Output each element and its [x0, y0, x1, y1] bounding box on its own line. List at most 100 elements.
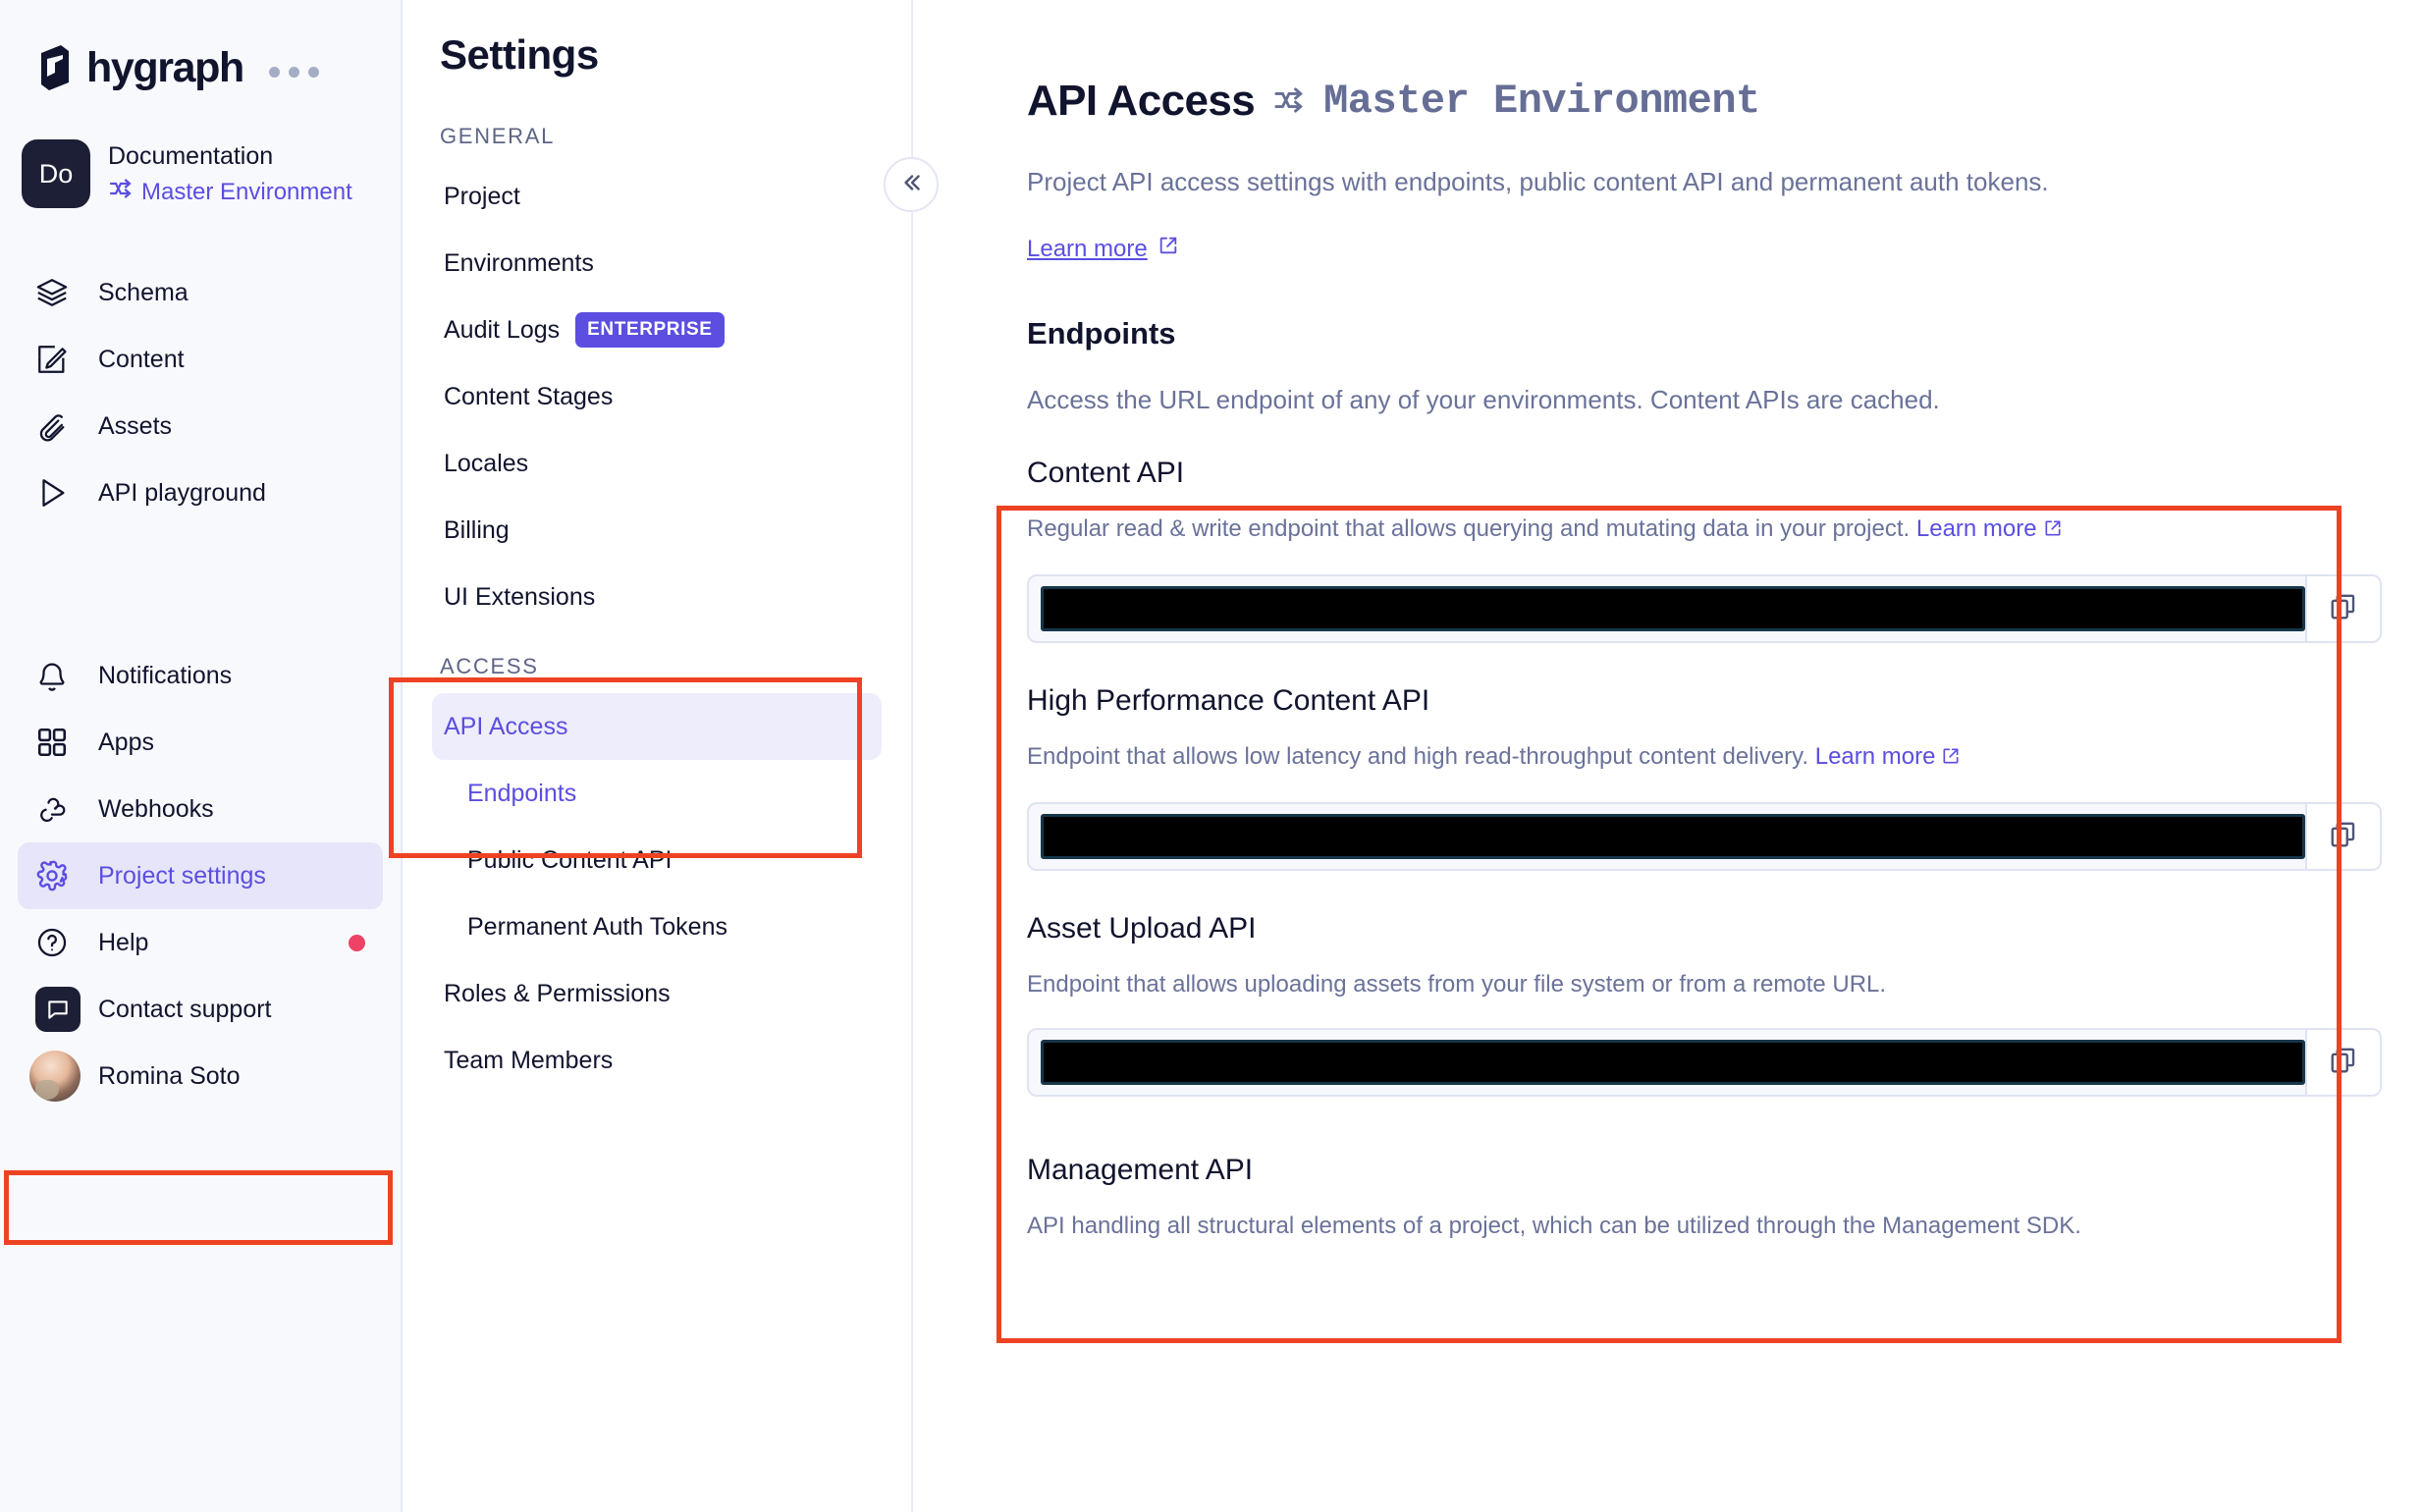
- paperclip-icon: [35, 409, 81, 443]
- sidebar-item-project-settings[interactable]: Project settings: [18, 842, 383, 909]
- settings-group-label: GENERAL: [440, 124, 556, 148]
- sidebar-item-label: Assets: [98, 411, 173, 440]
- settings-item-label: Audit Logs: [444, 315, 561, 344]
- endpoint-card-description: Regular read & write endpoint that allow…: [1027, 515, 2364, 545]
- settings-item-content-stages[interactable]: Content Stages: [432, 363, 882, 430]
- status-badge: ENTERPRISE: [575, 312, 725, 348]
- collapse-sidebar-button[interactable]: [884, 157, 939, 212]
- brand[interactable]: hygraph: [0, 0, 401, 92]
- sidebar-item-label: Content: [98, 345, 185, 373]
- settings-item-public-content-api[interactable]: Public Content API: [432, 827, 882, 893]
- learn-more-label: Learn more: [1814, 743, 1936, 771]
- webhook-icon: [35, 792, 81, 826]
- user-menu[interactable]: Romina Soto: [18, 1043, 383, 1109]
- endpoint-url-value[interactable]: [1041, 1040, 2305, 1086]
- sidebar-item-label: Notifications: [98, 661, 233, 689]
- settings-item-roles-permissions[interactable]: Roles & Permissions: [432, 960, 882, 1027]
- sidebar-item-label: Apps: [98, 728, 154, 756]
- settings-general-group: GENERAL Project Environments Audit Logs …: [403, 124, 911, 630]
- main-heading-environment: Master Environment: [1323, 78, 1760, 125]
- settings-item-locales[interactable]: Locales: [432, 430, 882, 497]
- hygraph-logo-icon: [35, 43, 75, 92]
- sidebar-item-help[interactable]: Help: [18, 909, 383, 976]
- settings-item-environments[interactable]: Environments: [432, 230, 882, 297]
- project-avatar: Do: [22, 139, 90, 208]
- copy-button[interactable]: [2305, 1030, 2380, 1096]
- settings-item-audit-logs[interactable]: Audit Logs ENTERPRISE: [432, 297, 882, 363]
- page-title: Settings: [440, 31, 599, 78]
- sidebar-item-apps[interactable]: Apps: [18, 709, 383, 776]
- annotation-project-settings: [4, 1170, 393, 1245]
- endpoints-description: Access the URL endpoint of any of your e…: [1027, 385, 1940, 415]
- edit-square-icon: [35, 343, 81, 376]
- sidebar-item-schema[interactable]: Schema: [18, 259, 383, 326]
- endpoint-card-asset-upload-api: Asset Upload API Endpoint that allows up…: [1027, 912, 2382, 1098]
- sidebar-item-notifications[interactable]: Notifications: [18, 642, 383, 709]
- project-switcher[interactable]: Do Documentation Master Environment: [0, 92, 401, 208]
- endpoint-url-value[interactable]: [1041, 814, 2305, 860]
- settings-item-label: Content Stages: [444, 382, 614, 410]
- learn-more-link[interactable]: Learn more: [1815, 743, 1962, 770]
- sidebar-item-api-playground[interactable]: API playground: [18, 459, 383, 526]
- sidebar-item-content[interactable]: Content: [18, 326, 383, 393]
- project-environment[interactable]: Master Environment: [108, 178, 352, 206]
- settings-item-api-access[interactable]: API Access: [432, 693, 882, 760]
- external-link-icon: [2043, 517, 2063, 545]
- left-navigation: hygraph Do Documentation Master Environm…: [0, 0, 403, 1512]
- endpoint-card-description: Endpoint that allows uploading assets fr…: [1027, 971, 1887, 999]
- sidebar-item-webhooks[interactable]: Webhooks: [18, 776, 383, 842]
- play-icon: [35, 476, 81, 510]
- main-description: Project API access settings with endpoin…: [1027, 167, 2049, 196]
- sidebar-item-assets[interactable]: Assets: [18, 393, 383, 459]
- settings-item-label: Locales: [444, 449, 529, 477]
- settings-item-project[interactable]: Project: [432, 163, 882, 230]
- endpoint-card-management-api: Management API API handling all structur…: [1027, 1154, 2364, 1240]
- endpoint-card-title: High Performance Content API: [1027, 684, 1430, 718]
- gear-icon: [35, 859, 81, 892]
- learn-more-link[interactable]: Learn more: [1916, 515, 2063, 542]
- endpoint-url-field[interactable]: [1027, 1028, 2382, 1098]
- settings-group-label: ACCESS: [440, 654, 539, 678]
- settings-item-endpoints[interactable]: Endpoints: [432, 760, 882, 827]
- sidebar-item-contact-support[interactable]: Contact support: [18, 976, 383, 1043]
- help-status-dot: [349, 934, 365, 951]
- copy-icon: [2329, 1046, 2358, 1080]
- settings-item-label: Public Content API: [467, 845, 673, 874]
- avatar: [29, 1051, 81, 1102]
- endpoint-card-description-text: Regular read & write endpoint that allow…: [1027, 515, 1911, 543]
- endpoint-url-value[interactable]: [1041, 586, 2305, 632]
- sidebar-item-label: Contact support: [98, 995, 272, 1023]
- ellipsis-icon[interactable]: [268, 66, 319, 78]
- endpoint-card-description-text: Endpoint that allows low latency and hig…: [1027, 743, 1809, 771]
- sidebar-item-label: Schema: [98, 278, 188, 306]
- settings-item-billing[interactable]: Billing: [432, 497, 882, 564]
- settings-item-label: UI Extensions: [444, 582, 596, 611]
- settings-item-team-members[interactable]: Team Members: [432, 1027, 882, 1094]
- brand-name: hygraph: [86, 43, 244, 91]
- chat-icon: [35, 987, 81, 1032]
- copy-icon: [2329, 820, 2358, 854]
- branch-icon: [1272, 77, 1306, 126]
- endpoint-url-field[interactable]: [1027, 574, 2382, 644]
- copy-button[interactable]: [2305, 804, 2380, 870]
- settings-item-permanent-auth-tokens[interactable]: Permanent Auth Tokens: [432, 893, 882, 960]
- learn-more-link[interactable]: Learn more: [1027, 235, 1179, 263]
- project-environment-label: Master Environment: [141, 178, 352, 205]
- settings-item-label: Billing: [444, 515, 510, 544]
- sidebar-item-label: Project settings: [98, 861, 266, 890]
- copy-button[interactable]: [2305, 576, 2380, 642]
- settings-panel: Settings GENERAL Project Environments Au…: [389, 0, 939, 1512]
- sidebar-item-label: Help: [98, 928, 149, 956]
- main-content: API Access Master Environment Project AP…: [913, 0, 2423, 1512]
- copy-icon: [2329, 592, 2358, 626]
- endpoint-url-field[interactable]: [1027, 802, 2382, 872]
- endpoint-card-high-performance-content-api: High Performance Content API Endpoint th…: [1027, 684, 2382, 872]
- project-name: Documentation: [108, 142, 274, 170]
- layers-icon: [35, 276, 81, 309]
- endpoint-card-description: Endpoint that allows low latency and hig…: [1027, 743, 2364, 773]
- settings-item-label: Endpoints: [467, 779, 577, 807]
- primary-nav: Schema Content Assets API playground Not…: [0, 259, 401, 1109]
- endpoint-card-content-api: Content API Regular read & write endpoin…: [1027, 457, 2382, 644]
- external-link-icon: [1941, 745, 1961, 773]
- settings-item-ui-extensions[interactable]: UI Extensions: [432, 564, 882, 630]
